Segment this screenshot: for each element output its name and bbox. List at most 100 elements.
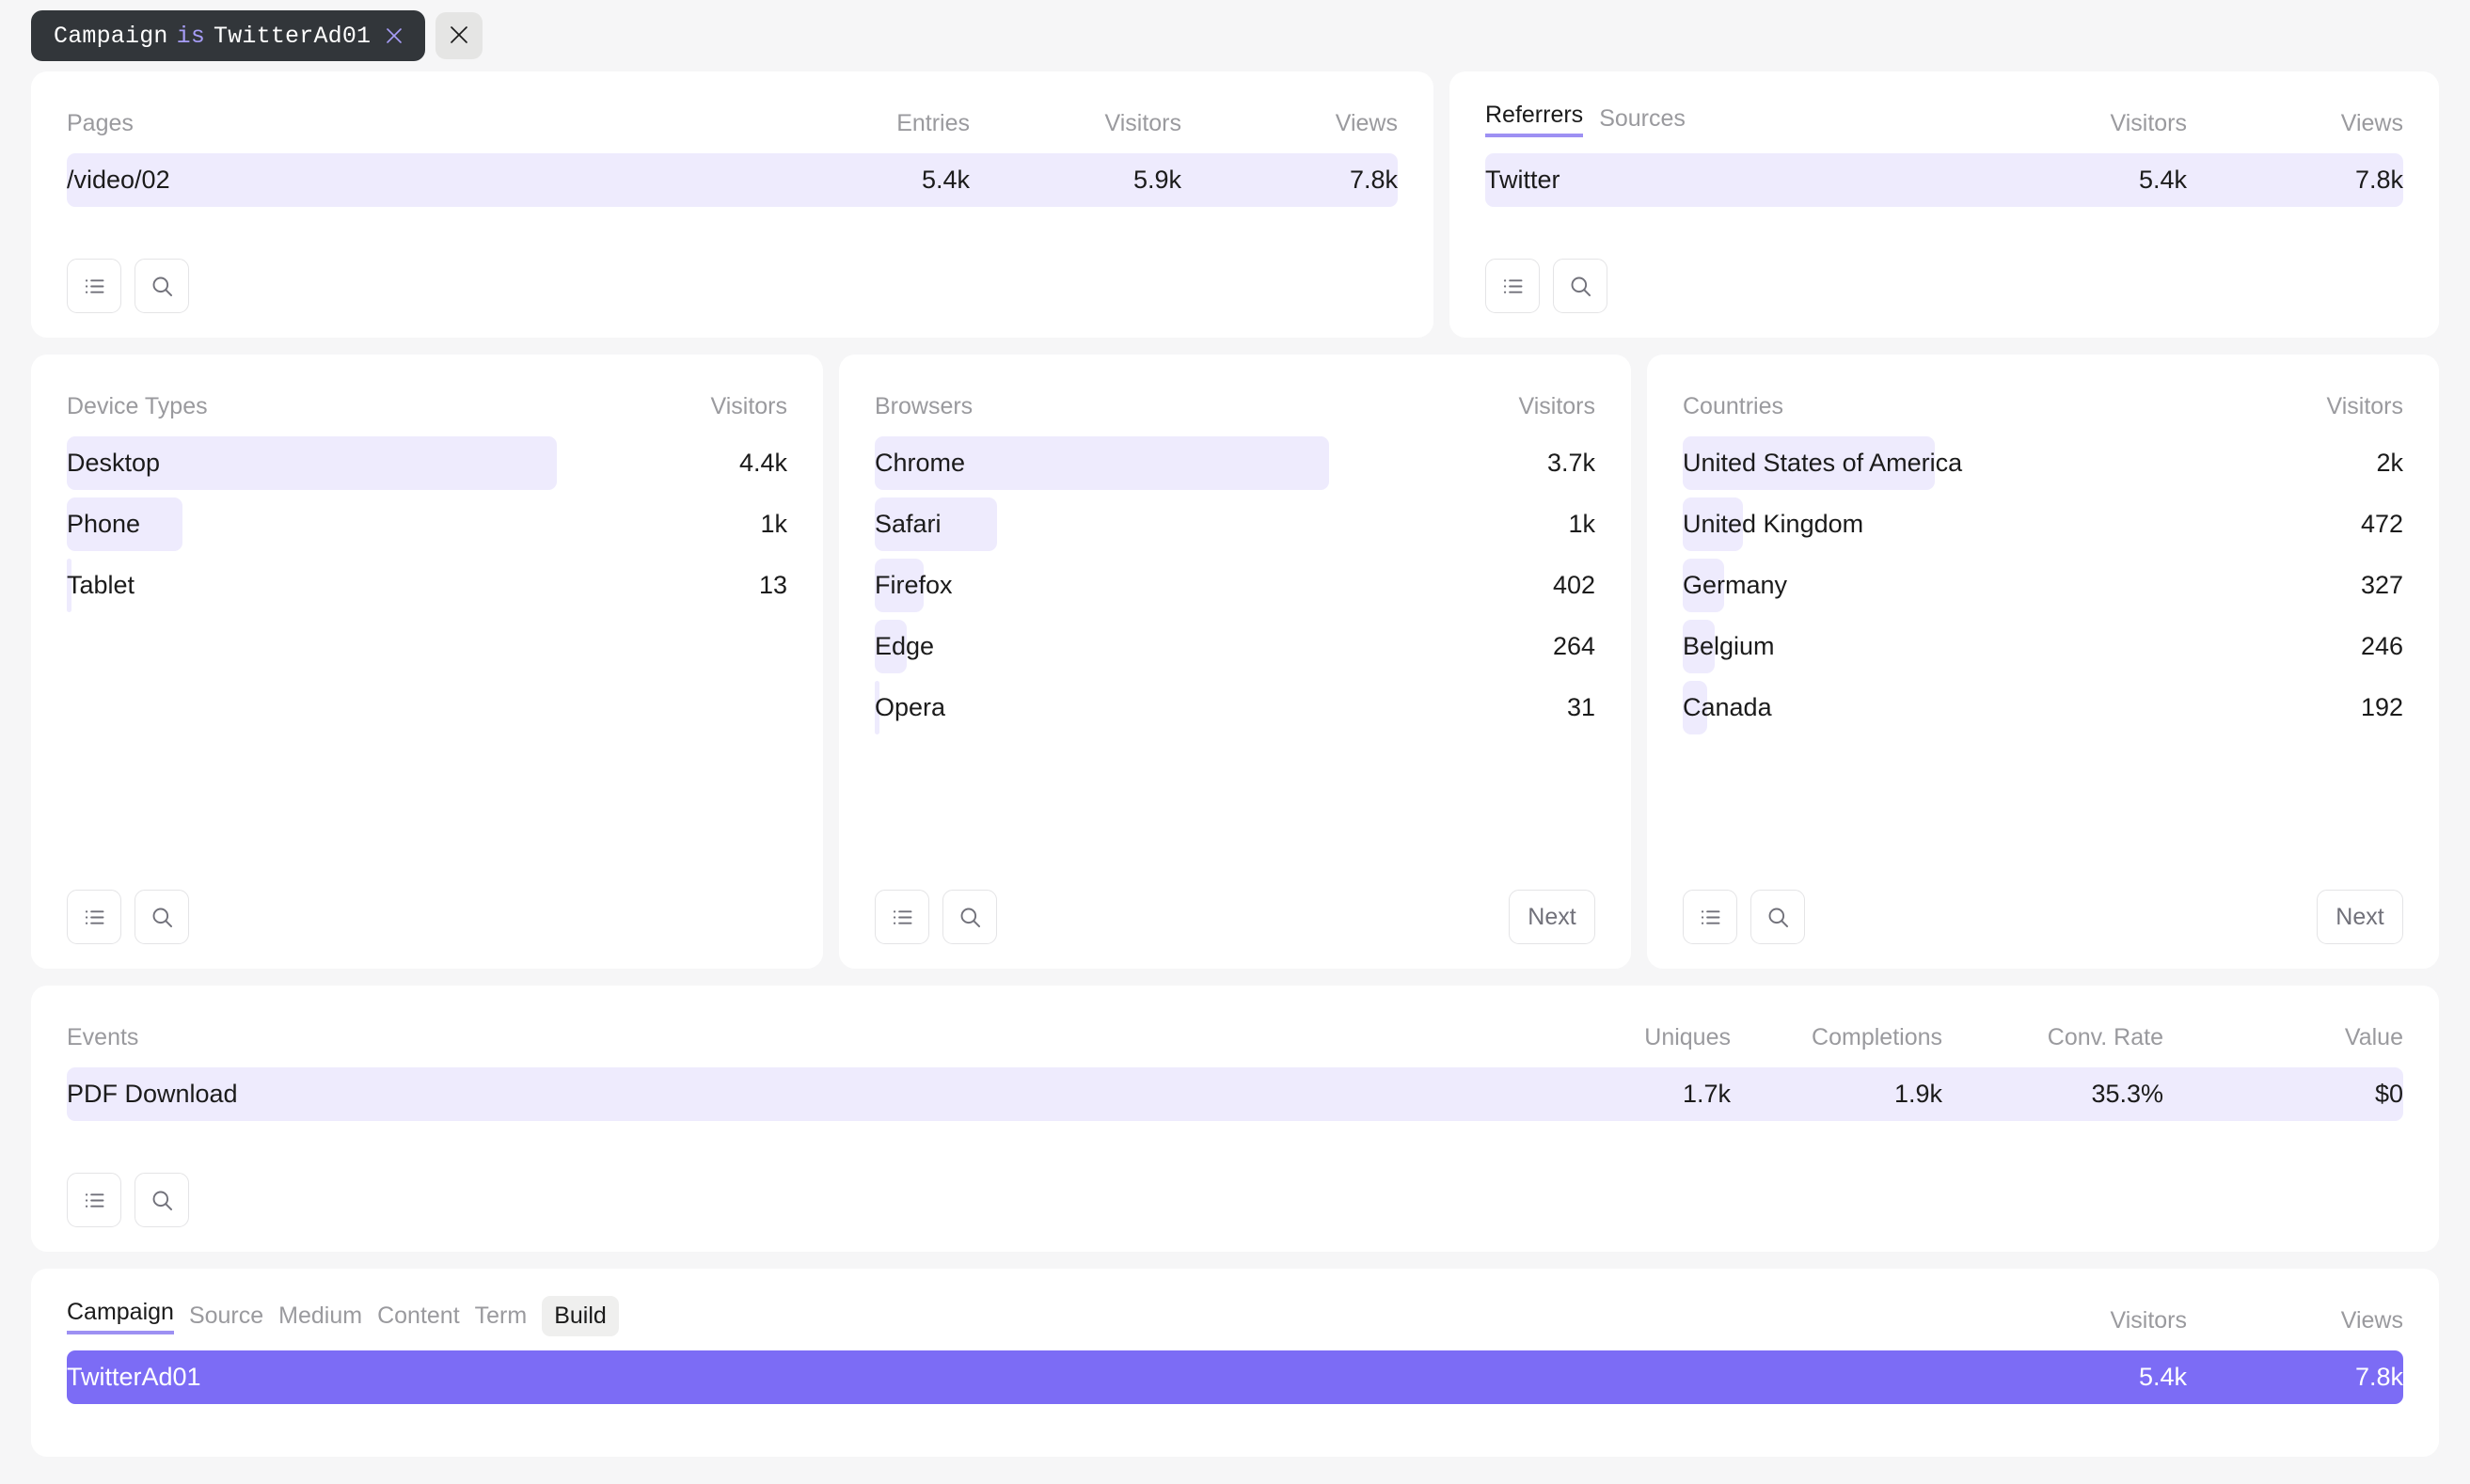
device-types-card-header: Device Types Visitors (67, 381, 787, 420)
tab-content[interactable]: Content (377, 1302, 460, 1334)
table-row[interactable]: United States of America 2k (1683, 433, 2403, 494)
close-icon[interactable] (384, 25, 404, 46)
tab-campaign[interactable]: Campaign (67, 1299, 174, 1334)
pages-card: Pages Entries Visitors Views /video/02 5… (31, 71, 1433, 338)
row-label: Canada (1683, 693, 2215, 722)
tab-sources[interactable]: Sources (1599, 105, 1686, 137)
table-row[interactable]: Belgium 246 (1683, 616, 2403, 677)
search-icon[interactable] (1750, 890, 1805, 944)
browsers-card-header: Browsers Visitors (875, 381, 1595, 420)
table-row[interactable]: Desktop 4.4k (67, 433, 787, 494)
column-header-conv-rate: Conv. Rate (1942, 1024, 2163, 1051)
table-row[interactable]: TwitterAd01 5.4k 7.8k (67, 1347, 2403, 1408)
table-row[interactable]: PDF Download 1.7k 1.9k 35.3% $0 (67, 1064, 2403, 1125)
row-label: Desktop (67, 449, 599, 478)
row-pages-referrers: Pages Entries Visitors Views /video/02 5… (31, 71, 2439, 338)
campaign-card-header: Campaign Source Medium Content Term Buil… (67, 1295, 2403, 1334)
events-card: Events Uniques Completions Conv. Rate Va… (31, 986, 2439, 1252)
table-row[interactable]: Chrome 3.7k (875, 433, 1595, 494)
filter-value: TwitterAd01 (214, 23, 371, 50)
campaign-card: Campaign Source Medium Content Term Buil… (31, 1269, 2439, 1457)
table-row[interactable]: Phone 1k (67, 494, 787, 555)
table-row[interactable]: Tablet 13 (67, 555, 787, 616)
search-icon[interactable] (135, 259, 189, 313)
search-icon[interactable] (1553, 259, 1607, 313)
column-header-visitors: Visitors (2215, 393, 2403, 420)
search-icon[interactable] (135, 1173, 189, 1227)
list-icon[interactable] (67, 890, 121, 944)
row-label: PDF Download (67, 1080, 1543, 1109)
table-row[interactable]: /video/02 5.4k 5.9k 7.8k (67, 150, 1398, 211)
column-header-visitors: Visitors (1975, 110, 2187, 137)
row-label: Safari (875, 510, 1407, 539)
row-label: Tablet (67, 571, 599, 600)
referrers-card: Referrers Sources Visitors Views Twitter… (1449, 71, 2439, 338)
device-types-rows: Desktop 4.4k Phone 1k Tablet 13 (67, 433, 787, 616)
filter-bar: Campaign is TwitterAd01 (0, 0, 2470, 71)
filter-operator: is (168, 23, 214, 50)
row-value: 327 (2215, 571, 2403, 600)
countries-card: Countries Visitors United States of Amer… (1647, 355, 2439, 969)
row-label: United States of America (1683, 449, 2215, 478)
referrers-tabs: Referrers Sources (1485, 102, 1975, 137)
pages-card-header: Pages Entries Visitors Views (67, 98, 1398, 137)
list-icon[interactable] (67, 1173, 121, 1227)
column-header-visitors: Visitors (1407, 393, 1595, 420)
table-row[interactable]: Canada 192 (1683, 677, 2403, 738)
row-label: Twitter (1485, 166, 1975, 195)
row-value-completions: 1.9k (1731, 1080, 1942, 1109)
list-icon[interactable] (1485, 259, 1540, 313)
build-button[interactable]: Build (542, 1296, 619, 1336)
row-label: Belgium (1683, 632, 2215, 661)
row-value: 402 (1407, 571, 1595, 600)
countries-card-title: Countries (1683, 393, 2215, 420)
browsers-card: Browsers Visitors Chrome 3.7k Safari 1k … (839, 355, 1631, 969)
next-page-button[interactable]: Next (1509, 890, 1595, 944)
list-icon[interactable] (1683, 890, 1737, 944)
row-label: /video/02 (67, 166, 791, 195)
referrers-card-footer (1485, 238, 2403, 313)
next-page-button[interactable]: Next (2317, 890, 2403, 944)
table-row[interactable]: Opera 31 (875, 677, 1595, 738)
tab-medium[interactable]: Medium (278, 1302, 362, 1334)
tab-source[interactable]: Source (189, 1302, 263, 1334)
table-row[interactable]: Germany 327 (1683, 555, 2403, 616)
pages-card-title: Pages (67, 110, 791, 137)
referrers-rows: Twitter 5.4k 7.8k (1485, 150, 2403, 211)
row-value-views: 7.8k (2187, 1363, 2403, 1392)
row-label: TwitterAd01 (67, 1363, 1975, 1392)
browsers-card-title: Browsers (875, 393, 1407, 420)
row-label: Firefox (875, 571, 1407, 600)
filter-pill-campaign[interactable]: Campaign is TwitterAd01 (31, 10, 425, 61)
row-device-browser-country: Device Types Visitors Desktop 4.4k Phone… (31, 355, 2439, 969)
countries-card-header: Countries Visitors (1683, 381, 2403, 420)
table-row[interactable]: United Kingdom 472 (1683, 494, 2403, 555)
tab-term[interactable]: Term (475, 1302, 528, 1334)
filter-key: Campaign (54, 23, 168, 50)
list-icon[interactable] (67, 259, 121, 313)
tab-referrers[interactable]: Referrers (1485, 102, 1583, 137)
table-row[interactable]: Safari 1k (875, 494, 1595, 555)
dashboard-grid: Pages Entries Visitors Views /video/02 5… (0, 71, 2470, 1457)
row-label: Chrome (875, 449, 1407, 478)
row-value: 192 (2215, 693, 2403, 722)
table-row[interactable]: Firefox 402 (875, 555, 1595, 616)
list-icon[interactable] (875, 890, 929, 944)
table-row[interactable]: Twitter 5.4k 7.8k (1485, 150, 2403, 211)
countries-rows: United States of America 2k United Kingd… (1683, 433, 2403, 738)
search-icon[interactable] (942, 890, 997, 944)
row-value: 1k (1407, 510, 1595, 539)
device-types-card: Device Types Visitors Desktop 4.4k Phone… (31, 355, 823, 969)
column-header-visitors: Visitors (1975, 1307, 2187, 1334)
browsers-rows: Chrome 3.7k Safari 1k Firefox 402 Edge 2… (875, 433, 1595, 738)
column-header-uniques: Uniques (1543, 1024, 1731, 1051)
column-header-completions: Completions (1731, 1024, 1942, 1051)
search-icon[interactable] (135, 890, 189, 944)
row-value: 472 (2215, 510, 2403, 539)
row-value-entries: 5.4k (791, 166, 970, 195)
pages-card-footer (67, 238, 1398, 313)
device-types-card-title: Device Types (67, 393, 599, 420)
row-value: 264 (1407, 632, 1595, 661)
clear-all-filters-button[interactable] (435, 12, 483, 59)
table-row[interactable]: Edge 264 (875, 616, 1595, 677)
